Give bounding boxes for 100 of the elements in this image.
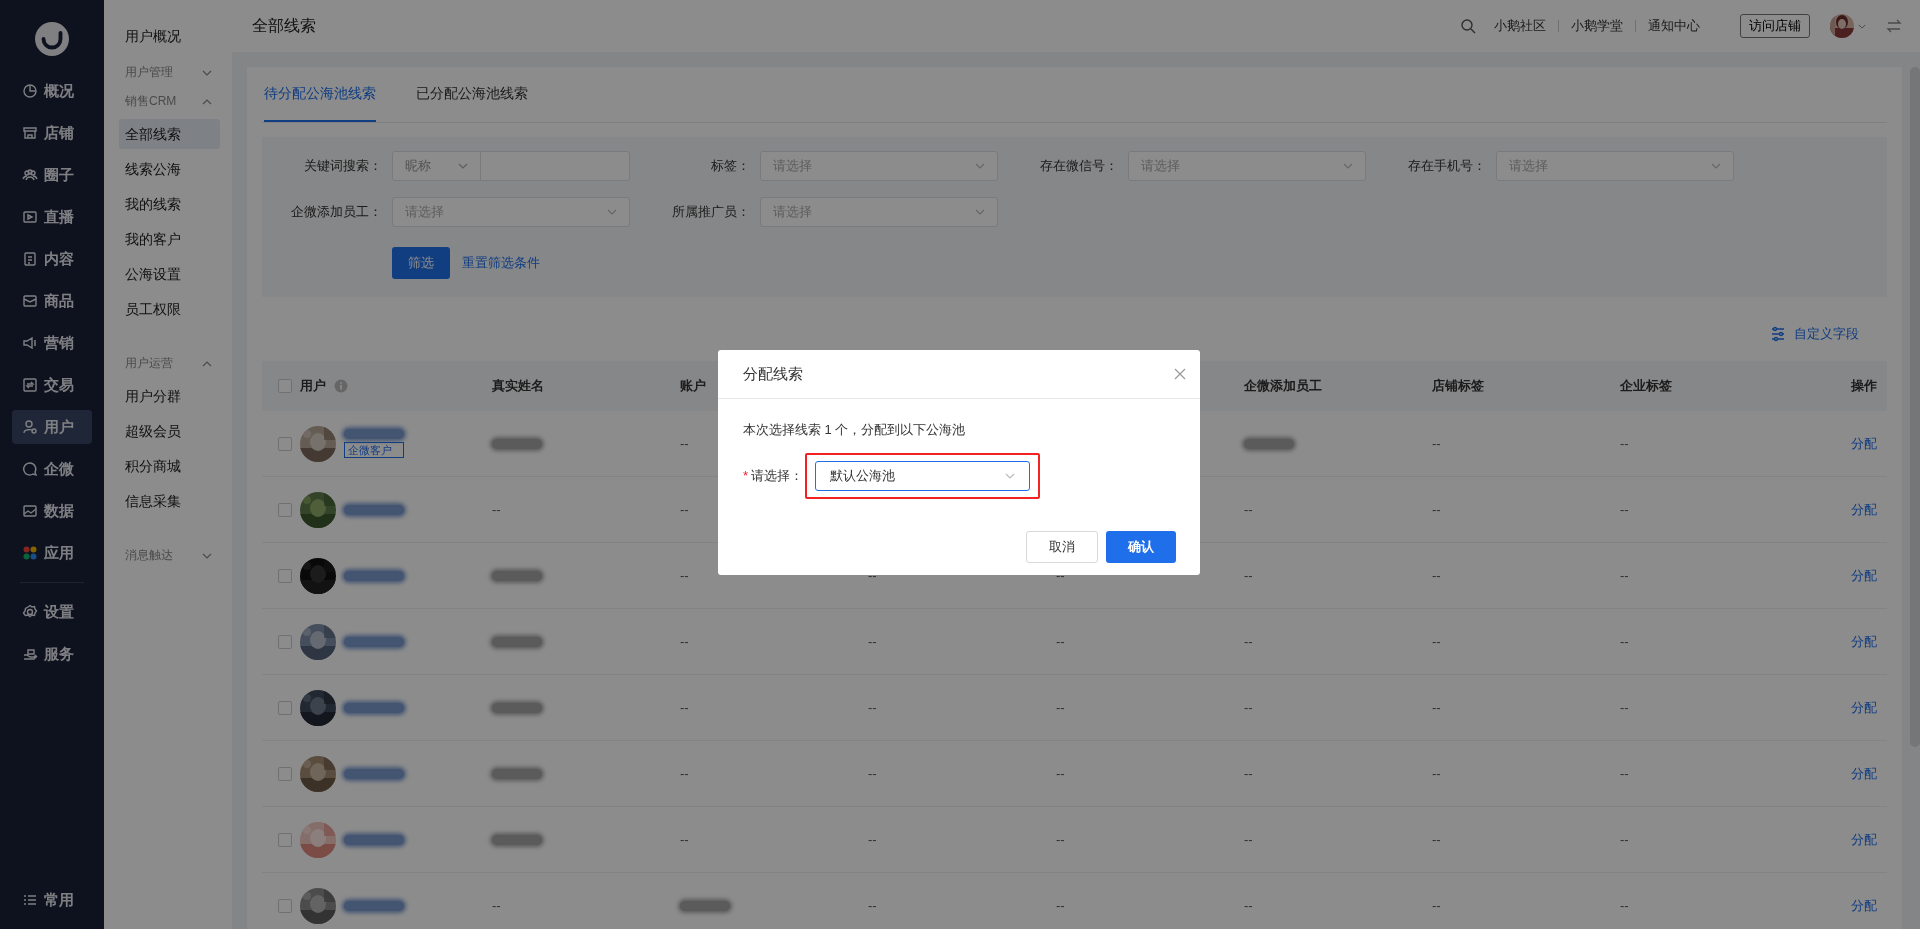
close-icon[interactable]: [1174, 368, 1186, 380]
table-cell: --: [1056, 898, 1065, 913]
submenu-item[interactable]: 积分商城: [119, 451, 220, 481]
table-cell: --: [1432, 634, 1441, 649]
hand-icon: [22, 646, 38, 662]
nav-item[interactable]: 圈子: [12, 158, 92, 192]
nav-item[interactable]: 企微: [12, 452, 92, 486]
submenu-group[interactable]: 用户管理: [104, 56, 232, 85]
assign-link[interactable]: 分配: [1851, 566, 1877, 585]
pool-select[interactable]: 默认公海池: [815, 461, 1031, 491]
caret-icon[interactable]: [1858, 23, 1866, 29]
submenu-group[interactable]: 消息触达: [104, 539, 232, 568]
submenu-item[interactable]: 线索公海: [119, 154, 220, 184]
chevron-up-icon: [202, 98, 212, 105]
table-cell: --: [1056, 568, 1065, 583]
column-header: 企微添加员工: [1244, 377, 1322, 395]
nav-item[interactable]: 营销: [12, 326, 92, 360]
submenu-item[interactable]: 信息采集: [119, 486, 220, 516]
nav-item[interactable]: 店铺: [12, 116, 92, 150]
row-checkbox[interactable]: [278, 766, 292, 781]
visit-store-button[interactable]: 访问店铺: [1740, 14, 1810, 38]
tab[interactable]: 待分配公海池线索: [264, 67, 376, 122]
nav-item[interactable]: 数据: [12, 494, 92, 528]
search-icon[interactable]: [1460, 18, 1476, 34]
submenu-item[interactable]: 员工权限: [119, 294, 220, 324]
table-cell: --: [1432, 568, 1441, 583]
table-cell: --: [1432, 436, 1441, 451]
cancel-button[interactable]: 取消: [1026, 531, 1098, 563]
nav-item[interactable]: 应用: [12, 536, 92, 570]
header-link[interactable]: 小鹅社区: [1494, 17, 1546, 35]
caret-icon: [1343, 163, 1353, 169]
select-all-checkbox[interactable]: [278, 379, 292, 393]
caret-icon: [975, 209, 985, 215]
table-cell: --: [1244, 568, 1253, 583]
table-cell: --: [1244, 700, 1253, 715]
row-checkbox[interactable]: [278, 568, 292, 583]
row-checkbox[interactable]: [278, 700, 292, 715]
assign-link[interactable]: 分配: [1851, 434, 1877, 453]
table-cell: --: [1244, 766, 1253, 781]
user-icon: [22, 419, 38, 435]
field-label: * 请选择：: [743, 467, 804, 485]
nav-item[interactable]: 直播: [12, 200, 92, 234]
filter-button[interactable]: 筛选: [392, 247, 450, 279]
submenu-group[interactable]: 用户运营: [104, 347, 232, 376]
column-header: 真实姓名: [492, 377, 544, 395]
assign-link[interactable]: 分配: [1851, 896, 1877, 915]
chevron-down-icon: [202, 552, 212, 559]
table-cell: --: [1432, 766, 1441, 781]
tab[interactable]: 已分配公海池线索: [416, 67, 528, 122]
filter-label: 关键词搜索：: [303, 157, 382, 175]
table-cell: --: [1620, 832, 1629, 847]
submenu-item[interactable]: 超级会员: [119, 416, 220, 446]
caret-icon: [1711, 163, 1721, 169]
nav-item[interactable]: 交易: [12, 368, 92, 402]
nav-item[interactable]: 概况: [12, 74, 92, 108]
submenu-item[interactable]: 我的线索: [119, 189, 220, 219]
table-cell: --: [1620, 502, 1629, 517]
row-checkbox[interactable]: [278, 502, 292, 517]
row-checkbox[interactable]: [278, 898, 292, 913]
assign-link[interactable]: 分配: [1851, 698, 1877, 717]
table-cell: --: [1432, 700, 1441, 715]
nav-item[interactable]: 常用: [12, 883, 92, 917]
assign-link[interactable]: 分配: [1851, 500, 1877, 519]
caret-icon: [1005, 473, 1016, 479]
chat-bubble-icon: [22, 461, 38, 477]
logo-icon: [35, 22, 69, 56]
submenu-item[interactable]: 全部线索: [119, 119, 220, 149]
table-cell: --: [1056, 832, 1065, 847]
table-cell: --: [1432, 502, 1441, 517]
table-cell: --: [492, 898, 501, 913]
nav-item[interactable]: 服务: [12, 637, 92, 671]
submenu-item[interactable]: 用户概况: [119, 21, 220, 51]
confirm-button[interactable]: 确认: [1106, 531, 1176, 563]
filter-label: 所属推广员：: [671, 203, 750, 221]
nav-item[interactable]: 商品: [12, 284, 92, 318]
swap-icon[interactable]: [1886, 18, 1902, 34]
header-link[interactable]: 小鹅学堂: [1571, 17, 1623, 35]
custom-fields-link[interactable]: 自定义字段: [1770, 325, 1859, 343]
table-cell: --: [868, 634, 877, 649]
row-checkbox[interactable]: [278, 832, 292, 847]
assign-link[interactable]: 分配: [1851, 764, 1877, 783]
table-cell: --: [1432, 898, 1441, 913]
row-checkbox[interactable]: [278, 634, 292, 649]
submenu-group[interactable]: 销售CRM: [104, 85, 232, 114]
submenu-item[interactable]: 我的客户: [119, 224, 220, 254]
nav-item[interactable]: 内容: [12, 242, 92, 276]
info-icon[interactable]: [334, 379, 348, 393]
assign-link[interactable]: 分配: [1851, 830, 1877, 849]
row-checkbox[interactable]: [278, 436, 292, 451]
reset-filters-link[interactable]: 重置筛选条件: [462, 254, 540, 272]
assign-link[interactable]: 分配: [1851, 632, 1877, 651]
submenu-item[interactable]: 公海设置: [119, 259, 220, 289]
submenu-item[interactable]: 用户分群: [119, 381, 220, 411]
table-cell: --: [868, 832, 877, 847]
header-link[interactable]: 通知中心: [1648, 17, 1700, 35]
filter-label: 存在微信号：: [1039, 157, 1118, 175]
table-cell: --: [1244, 634, 1253, 649]
nav-item[interactable]: 用户: [12, 410, 92, 444]
table-cell: --: [1620, 898, 1629, 913]
nav-item[interactable]: 设置: [12, 595, 92, 629]
